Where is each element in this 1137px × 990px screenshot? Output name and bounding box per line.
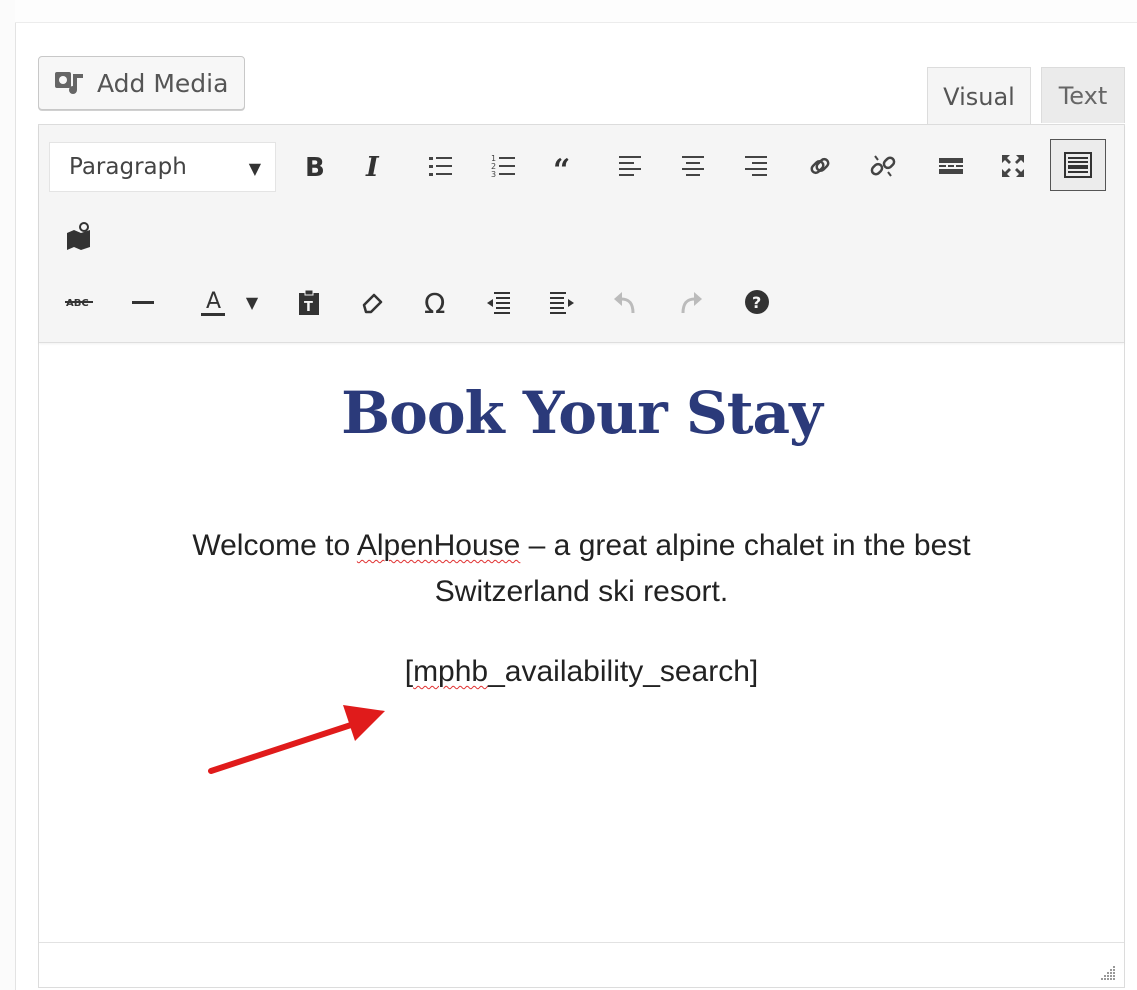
remove-link-button[interactable] [859,142,907,190]
svg-text:I: I [365,152,380,181]
text-color-icon: A [201,289,225,316]
outdent-icon [487,292,510,314]
undo-button[interactable] [602,278,650,326]
bulleted-list-icon [429,157,452,176]
admin-sidebar-edge [0,0,16,990]
svg-text:T: T [304,300,313,315]
map-icon [67,222,90,250]
page-heading: Book Your Stay [341,379,823,447]
shortcode-rest: _availability_search] [488,655,759,688]
red-arrow-annotation [208,705,385,774]
link-icon [810,157,830,175]
italic-icon: I [365,152,380,181]
text-color-dropdown[interactable]: ▼ [237,278,267,326]
bold-button[interactable]: B [289,142,337,190]
increase-indent-button[interactable] [538,278,586,326]
editor: Paragraph ▼ B I 1 2 3 “ ABC A ▼ T Ω ? Bo… [38,124,1125,988]
add-media-icon [55,72,83,94]
chevron-down-icon: ▼ [245,292,259,312]
help-button[interactable]: ? [733,278,781,326]
redo-button[interactable] [666,278,714,326]
svg-text:“: “ [553,153,570,181]
clear-formatting-button[interactable] [349,278,397,326]
bulleted-list-button[interactable] [416,142,464,190]
strikethrough-button[interactable]: ABC [55,278,103,326]
unlink-icon [870,155,896,177]
omega-icon: Ω [424,287,445,317]
undo-icon [614,292,635,314]
fullscreen-button[interactable] [989,142,1037,190]
tab-text[interactable]: Text [1041,67,1125,123]
editor-statusbar [39,942,1124,987]
redo-icon [681,292,702,314]
align-right-button[interactable] [732,142,780,190]
numbered-list-icon: 1 2 3 [491,154,515,179]
shortcode-text: [mphb_availability_search] [39,655,1124,689]
chevron-down-icon: ▼ [248,159,261,178]
clipboard-icon: T [299,289,319,315]
map-plugin-button[interactable] [55,212,103,260]
eraser-icon [362,293,383,314]
resize-handle-icon[interactable] [1100,965,1116,981]
add-media-label: Add Media [97,68,229,98]
blockquote-icon: “ [553,153,570,181]
align-left-button[interactable] [606,142,654,190]
horizontal-line-icon [132,301,154,304]
read-more-icon [939,158,963,174]
numbered-list-button[interactable]: 1 2 3 [479,142,527,190]
welcome-text-start: Welcome to [192,529,357,562]
svg-text:3: 3 [491,170,496,179]
shortcode-name: mphb [413,655,489,688]
admin-top-edge [15,0,1137,23]
fullscreen-icon [1002,155,1024,177]
welcome-paragraph: Welcome to AlpenHouse – a great alpine c… [129,523,1034,615]
align-center-icon [682,156,704,176]
format-select[interactable]: Paragraph ▼ [49,142,276,192]
add-media-button[interactable]: Add Media [38,56,245,110]
align-center-button[interactable] [669,142,717,190]
editor-toolbar: Paragraph ▼ B I 1 2 3 “ ABC A ▼ T Ω ? [39,125,1124,343]
read-more-button[interactable] [927,142,975,190]
svg-text:ABC: ABC [66,298,89,309]
format-select-value: Paragraph [69,154,187,180]
svg-text:B: B [305,153,325,181]
align-left-icon [619,156,641,176]
svg-text:?: ? [752,293,761,312]
strikethrough-icon: ABC [65,298,93,309]
help-icon: ? [745,290,769,314]
tab-visual[interactable]: Visual [927,67,1031,125]
decrease-indent-button[interactable] [475,278,523,326]
align-right-icon [745,156,767,176]
indent-icon [550,292,574,314]
text-color-button[interactable]: A [183,278,243,326]
editor-content[interactable]: Book Your Stay Welcome to AlpenHouse – a… [39,343,1124,943]
paste-as-text-button[interactable]: T [285,278,333,326]
special-character-button[interactable]: Ω [412,278,460,326]
svg-text:Ω: Ω [424,287,445,317]
tab-text-label: Text [1058,81,1108,110]
blockquote-button[interactable]: “ [542,142,590,190]
keyboard-icon [1064,152,1092,178]
brand-name: AlpenHouse [356,529,521,562]
italic-button[interactable]: I [350,142,398,190]
tab-visual-label: Visual [943,82,1015,111]
insert-link-button[interactable] [796,142,844,190]
text-color-letter: A [206,289,221,314]
toolbar-toggle-button[interactable] [1050,139,1106,191]
horizontal-line-button[interactable] [119,278,167,326]
bold-icon: B [305,153,325,181]
